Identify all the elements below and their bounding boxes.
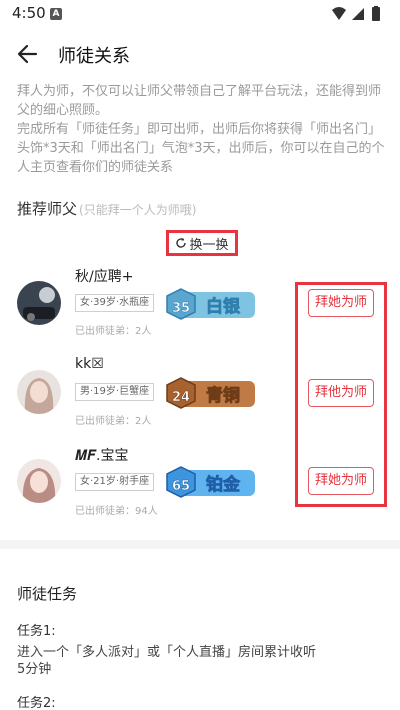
mentor-info-tag: 女·21岁·射手座 <box>75 473 155 491</box>
rank-level: 65 <box>172 479 190 494</box>
tasks-title: 师徒任务 <box>17 585 78 603</box>
app-header: 师徒关系 <box>0 28 400 80</box>
signal-icon <box>352 8 364 20</box>
status-time: 4:50 <box>12 4 46 22</box>
intro-text: 拜人为师，不仅可以让师父带领自己了解平台玩法，还能得到师父的细心照顾。 完成所有… <box>17 82 387 177</box>
mentor-info-tag: 女·39岁·水瓶座 <box>75 294 155 312</box>
section-divider <box>0 540 400 549</box>
recommend-heading: 推荐师父 (只能拜一个人为师哦) <box>17 198 196 219</box>
rank-name: 铂金 <box>206 474 241 495</box>
recommend-note: (只能拜一个人为师哦) <box>79 203 197 217</box>
mentor-info-tag: 男·19岁·巨蟹座 <box>75 383 155 401</box>
avatar[interactable] <box>17 459 61 503</box>
system-status-icons <box>332 6 380 21</box>
rank-name: 白银 <box>206 296 241 317</box>
mentor-name: 秋/应聘+ <box>75 269 134 285</box>
rank-level: 24 <box>172 390 190 405</box>
notification-icon: A <box>50 8 62 20</box>
status-bar: 4:50 A <box>0 0 400 28</box>
rank-level: 35 <box>172 301 190 316</box>
avatar[interactable] <box>17 370 61 414</box>
rank-badge-bronze: 24 青铜 <box>166 377 255 409</box>
avatar[interactable] <box>17 281 61 325</box>
page-title: 师徒关系 <box>58 46 130 67</box>
intro-line-1: 拜人为师，不仅可以让师父带领自己了解平台玩法，还能得到师父的细心照顾。 <box>17 84 382 118</box>
mentor-name: 𝑴𝑭.宝宝 <box>75 448 129 464</box>
refresh-button[interactable]: 换一换 <box>166 230 238 256</box>
mentor-name: kk☒ <box>75 356 104 372</box>
rank-name: 青铜 <box>206 385 240 406</box>
mentor-graduated-count: 已出师徒弟：2人 <box>75 416 152 427</box>
wifi-icon <box>332 7 346 20</box>
mentor-graduated-count: 已出师徒弟：2人 <box>75 326 152 337</box>
refresh-icon <box>176 237 187 248</box>
rank-badge-platinum: 65 铂金 <box>166 466 255 498</box>
refresh-label: 换一换 <box>189 237 229 253</box>
apprentice-buttons-highlight <box>295 282 387 507</box>
rank-badge-silver: 35 白银 <box>166 288 255 320</box>
mentor-graduated-count: 已出师徒弟：94人 <box>75 506 158 517</box>
recommend-title: 推荐师父 <box>17 200 78 218</box>
back-arrow-icon[interactable] <box>14 40 42 68</box>
battery-icon <box>372 7 380 21</box>
task-1-description: 进入一个「多人派对」或「个人直播」房间累计收听5分钟 <box>17 645 317 677</box>
task-2-label: 任务2: <box>17 696 56 710</box>
task-1-label: 任务1: <box>17 624 56 639</box>
intro-line-2: 完成所有「师徒任务」即可出师，出师后你将获得「师出名门」头饰*3天和「师出名门」… <box>17 122 385 175</box>
